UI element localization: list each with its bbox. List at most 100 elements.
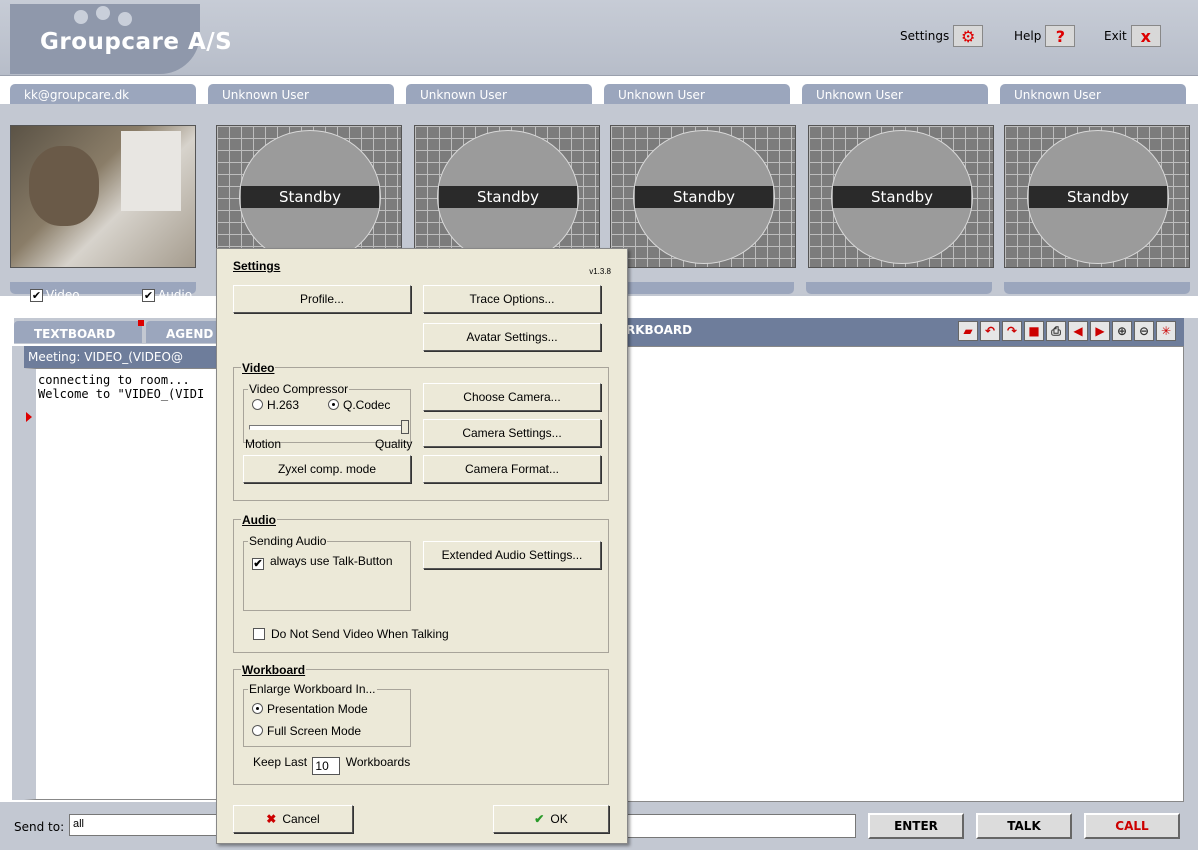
notification-dot [138, 320, 144, 326]
version-label: v1.3.8 [589, 267, 611, 276]
arrow-right-icon[interactable]: ▶ [1090, 321, 1110, 341]
workboard-group-title: Workboard [241, 663, 307, 677]
workboard-canvas[interactable] [626, 346, 1184, 802]
ok-button[interactable]: ✔ OK [493, 805, 609, 833]
radio-qcodec[interactable]: Q.Codec [328, 398, 390, 412]
zyxel-button[interactable]: Zyxel comp. mode [243, 455, 411, 483]
fullscreen-label: Full Screen Mode [267, 724, 362, 738]
logo-dot [74, 10, 88, 24]
cancel-icon: ✖ [266, 812, 277, 826]
keep-last-row: Keep Last 10 Workboards [253, 755, 410, 775]
checkmark-icon: ✔ [534, 812, 545, 826]
video-checkbox[interactable]: ✔ [30, 288, 43, 302]
standby-label: Standby [1029, 186, 1167, 208]
user-tab[interactable]: Unknown User [802, 84, 988, 104]
tab-textboard[interactable]: TEXTBOARD [14, 321, 142, 343]
user-tab[interactable]: Unknown User [208, 84, 394, 104]
radio-h263-control[interactable] [252, 399, 263, 410]
audio-toggle[interactable]: ✔ Audio [142, 288, 192, 302]
undo-icon[interactable]: ↶ [980, 321, 1000, 341]
standby-label: Standby [241, 186, 379, 208]
camera-format-button[interactable]: Camera Format... [423, 455, 601, 483]
standby-video: Standby [414, 125, 600, 268]
workboard-toolbar: ▰ ↶ ↷ ■ ⎙ ◀ ▶ ⊕ ⊖ ✳ [958, 321, 1176, 341]
profile-button[interactable]: Profile... [233, 285, 411, 313]
no-video-checkbox[interactable] [253, 628, 265, 640]
talk-button-checkbox[interactable]: ✔ [252, 558, 264, 570]
standby-label: Standby [439, 186, 577, 208]
save-icon[interactable]: ■ [1024, 321, 1044, 341]
compressor-label: Video Compressor [248, 382, 350, 396]
settings-link[interactable]: Settings ⚙ [900, 25, 984, 47]
message-input[interactable] [626, 814, 856, 838]
print-icon[interactable]: ⎙ [1046, 321, 1066, 341]
redo-icon[interactable]: ↷ [1002, 321, 1022, 341]
user-tab[interactable]: Unknown User [406, 84, 592, 104]
chat-log[interactable]: connecting to room... Welcome to "VIDEO_… [24, 368, 219, 800]
trace-options-button[interactable]: Trace Options... [423, 285, 601, 313]
tab-agenda[interactable]: AGEND [146, 321, 226, 343]
tile-footer [1004, 282, 1190, 294]
workboard-title: RKBOARD [626, 323, 693, 337]
help-label: Help [1014, 29, 1042, 43]
presentation-label: Presentation Mode [267, 702, 368, 716]
enlarge-fieldset: Enlarge Workboard In... Presentation Mod… [243, 682, 411, 747]
standby-video: Standby [610, 125, 796, 268]
video-toggle[interactable]: ✔ Video [30, 288, 80, 302]
textboard-frame [12, 346, 24, 800]
zoom-in-icon[interactable]: ⊕ [1112, 321, 1132, 341]
video-compressor-fieldset: Video Compressor H.263 Q.Codec [243, 382, 411, 443]
fullscreen-mode-option[interactable]: Full Screen Mode [252, 724, 361, 738]
presentation-radio[interactable] [252, 703, 263, 714]
enlarge-label: Enlarge Workboard In... [248, 682, 377, 696]
exit-link[interactable]: Exit x [1104, 25, 1161, 47]
tile-footer [608, 282, 794, 294]
talk-button-label: always use Talk-Button [270, 554, 393, 568]
tile-footer [806, 282, 992, 294]
user-tab[interactable]: kk@groupcare.dk [10, 84, 196, 104]
app-header: Groupcare A/S Settings ⚙ Help ? Exit x [0, 0, 1198, 76]
sendto-select[interactable]: all [69, 814, 217, 836]
app-title: Groupcare A/S [40, 29, 233, 55]
user-tab[interactable]: Unknown User [604, 84, 790, 104]
logo-dot [96, 6, 110, 20]
standby-video: Standby [808, 125, 994, 268]
keep-last-input[interactable]: 10 [312, 757, 341, 775]
avatar-settings-button[interactable]: Avatar Settings... [423, 323, 601, 351]
radio-qcodec-control[interactable] [328, 399, 339, 410]
camera-settings-button[interactable]: Camera Settings... [423, 419, 601, 447]
zoom-out-icon[interactable]: ⊖ [1134, 321, 1154, 341]
help-icon[interactable]: ? [1045, 25, 1076, 47]
user-tab[interactable]: Unknown User [1000, 84, 1186, 104]
meeting-title: Meeting: VIDEO_(VIDEO@ [24, 346, 219, 368]
quality-slider-track[interactable] [249, 425, 407, 430]
standby-label: Standby [635, 186, 773, 208]
audio-checkbox[interactable]: ✔ [142, 288, 155, 302]
workboard-frame [1184, 318, 1198, 802]
close-icon[interactable]: x [1130, 25, 1161, 47]
enter-button[interactable]: ENTER [868, 813, 964, 839]
textboard-tabs: TEXTBOARD AGEND [14, 318, 226, 344]
person-silhouette [29, 146, 99, 226]
radio-h263[interactable]: H.263 [252, 398, 299, 412]
talk-button-option[interactable]: ✔ always use Talk-Button [252, 554, 393, 570]
talk-button[interactable]: TALK [976, 813, 1072, 839]
no-video-option[interactable]: Do Not Send Video When Talking [253, 627, 449, 641]
arrow-left-icon[interactable]: ◀ [1068, 321, 1088, 341]
gear-icon[interactable]: ⚙ [953, 25, 984, 47]
choose-camera-button[interactable]: Choose Camera... [423, 383, 601, 411]
motion-label: Motion [245, 437, 282, 451]
help-link[interactable]: Help ? [1014, 25, 1076, 47]
cancel-button[interactable]: ✖ Cancel [233, 805, 353, 833]
settings-label: Settings [900, 29, 950, 43]
open-icon[interactable]: ▰ [958, 321, 978, 341]
extended-audio-button[interactable]: Extended Audio Settings... [423, 541, 601, 569]
fullscreen-radio[interactable] [252, 725, 263, 736]
workboards-label: Workboards [345, 755, 411, 769]
presentation-mode-option[interactable]: Presentation Mode [252, 702, 368, 716]
call-button[interactable]: CALL [1084, 813, 1180, 839]
quality-slider-thumb[interactable] [401, 420, 409, 434]
standby-video: Standby [216, 125, 402, 268]
qcodec-label: Q.Codec [343, 398, 391, 412]
pointer-icon[interactable]: ✳ [1156, 321, 1176, 341]
